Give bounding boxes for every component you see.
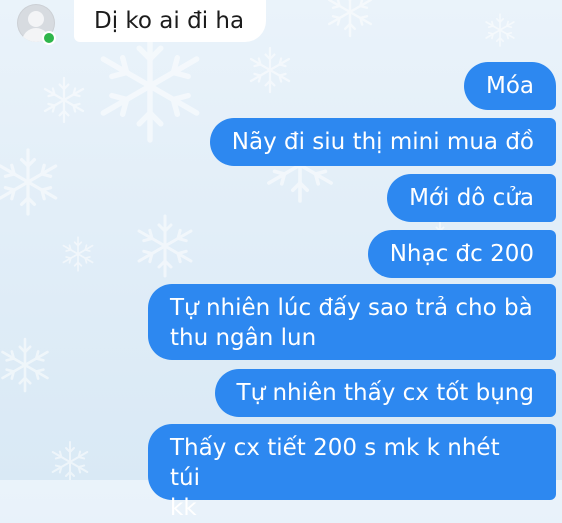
incoming-message-text: Dị ko ai đi ha	[94, 8, 245, 34]
avatar-head-icon	[28, 11, 44, 27]
outgoing-message-bubble[interactable]: Mới dô cửa	[387, 174, 556, 222]
outgoing-message-bubble[interactable]: Tự nhiên lúc đấy sao trả cho bà thu ngân…	[148, 284, 556, 360]
online-status-icon	[42, 31, 56, 45]
outgoing-message-bubble[interactable]: Tự nhiên thấy cx tốt bụng	[214, 369, 556, 417]
outgoing-message-text: Tự nhiên thấy cx tốt bụng	[236, 380, 534, 406]
outgoing-message-bubble[interactable]: Móa	[463, 62, 556, 110]
outgoing-message-bubble[interactable]: Nãy đi siu thị mini mua đồ	[209, 118, 556, 166]
outgoing-message-text: Móa	[485, 73, 534, 99]
outgoing-message-text: Nãy đi siu thị mini mua đồ	[231, 129, 534, 155]
outgoing-message-line: Tự nhiên lúc đấy sao trả cho bà	[170, 295, 533, 321]
outgoing-message-line: thu ngân lun	[170, 325, 317, 351]
outgoing-message-bubble[interactable]: Thấy cx tiết 200 s mk k nhét túi kk	[148, 424, 556, 521]
outgoing-message-bubble[interactable]: Nhạc đc 200	[367, 230, 556, 278]
outgoing-message-text: Nhạc đc 200	[389, 241, 534, 267]
incoming-message-bubble[interactable]: Dị ko ai đi ha	[74, 0, 267, 42]
outgoing-message-line: Thấy cx tiết 200 s mk k nhét túi	[170, 435, 500, 491]
outgoing-message-line: kk	[170, 495, 197, 521]
outgoing-message-text: Mới dô cửa	[409, 185, 534, 211]
